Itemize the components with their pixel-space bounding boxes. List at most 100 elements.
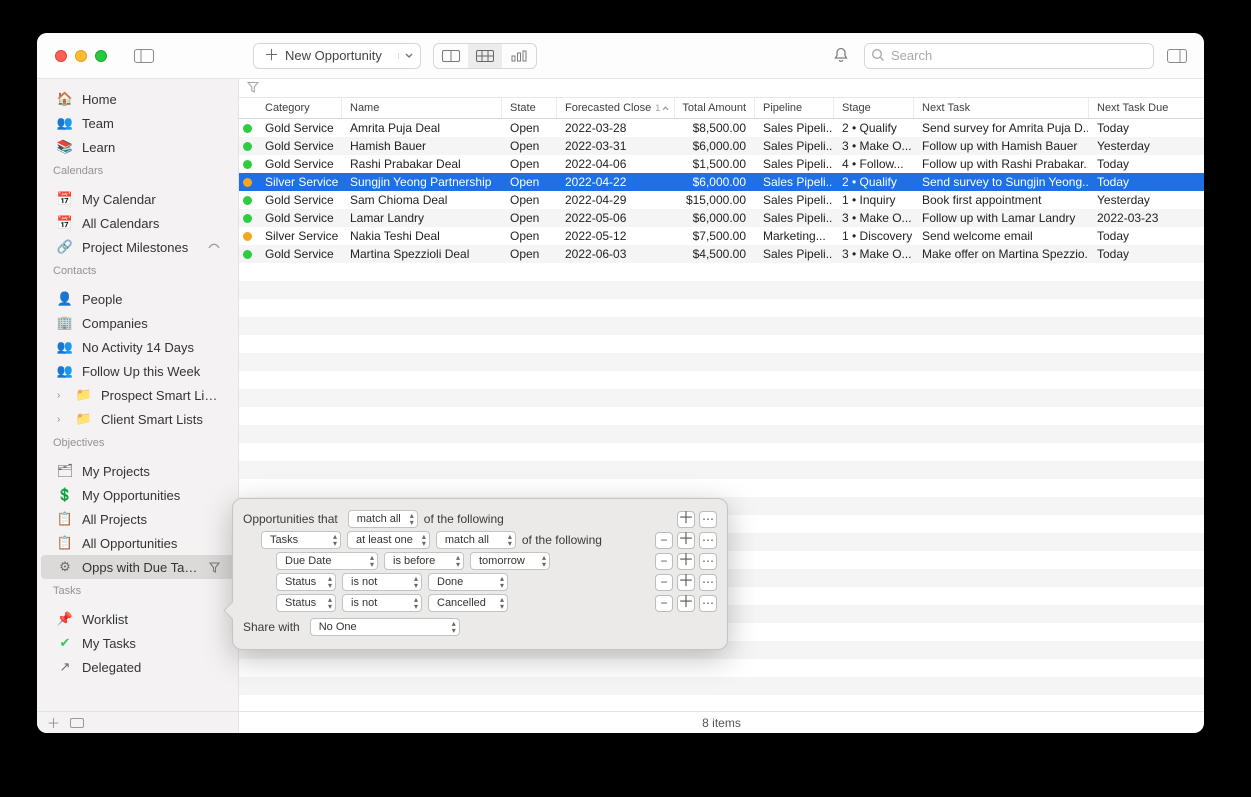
sidebar-item-opps-due-tasks[interactable]: ⚙︎Opps with Due Tasks	[41, 555, 234, 579]
sidebar-item-my-tasks[interactable]: ✔︎My Tasks	[41, 631, 234, 655]
table-row[interactable]: Silver ServiceSungjin Yeong PartnershipO…	[239, 173, 1204, 191]
col-next-task[interactable]: Next Task	[914, 98, 1089, 118]
sidebar-item-delegated[interactable]: ↗︎Delegated	[41, 655, 234, 679]
add-rule-button[interactable]: ＋	[677, 553, 695, 570]
subject-select[interactable]: Tasks▴▾	[261, 531, 341, 549]
view-chart-button[interactable]	[502, 44, 536, 68]
add-rule-button[interactable]: ＋	[677, 595, 695, 612]
cell-forecasted-close: 2022-03-28	[557, 119, 675, 137]
sidebar-item-people[interactable]: 👤People	[41, 287, 234, 311]
table-header: Category Name State Forecasted Close1 To…	[239, 97, 1204, 119]
pin-icon: 📌	[57, 611, 73, 627]
add-rule-button[interactable]: ＋	[677, 532, 695, 549]
table-row[interactable]: Gold ServiceRashi Prabakar DealOpen2022-…	[239, 155, 1204, 173]
remove-rule-button[interactable]: −	[655, 574, 673, 591]
field-select[interactable]: Due Date▴▾	[276, 552, 378, 570]
table-row[interactable]: Gold ServiceLamar LandryOpen2022-05-06$6…	[239, 209, 1204, 227]
smartlist-icon: 👥	[57, 339, 73, 355]
cell-next-task: Send survey to Sungjin Yeong...	[914, 173, 1089, 191]
rule-menu-button[interactable]: ⋯	[699, 595, 717, 612]
col-next-task-due[interactable]: Next Task Due	[1089, 98, 1204, 118]
toggle-inspector-button[interactable]	[1164, 46, 1190, 66]
remove-rule-button[interactable]: −	[655, 553, 673, 570]
learn-icon: 📚	[57, 139, 73, 155]
view-table-button[interactable]	[468, 44, 502, 68]
col-name[interactable]: Name	[342, 98, 502, 118]
view-columns-button[interactable]	[434, 44, 468, 68]
sort-indicator: 1	[655, 103, 669, 113]
sidebar-item-follow-up-week[interactable]: 👥Follow Up this Week	[41, 359, 234, 383]
operator-select[interactable]: is not▴▾	[342, 594, 422, 612]
zoom-window-button[interactable]	[95, 50, 107, 62]
sidebar-item-worklist[interactable]: 📌Worklist	[41, 607, 234, 631]
disclosure-icon[interactable]: ›	[57, 414, 67, 425]
sidebar-item-companies[interactable]: 🏢Companies	[41, 311, 234, 335]
cell-due: Today	[1089, 227, 1204, 245]
toggle-sidebar-button[interactable]	[131, 46, 157, 66]
sidebar-item-my-opportunities[interactable]: 💲My Opportunities	[41, 483, 234, 507]
table-row[interactable]: Gold ServiceSam Chioma DealOpen2022-04-2…	[239, 191, 1204, 209]
sidebar-item-team[interactable]: 👥Team	[41, 111, 234, 135]
sidebar-item-all-opportunities[interactable]: 📋All Opportunities	[41, 531, 234, 555]
sidebar-item-client-lists[interactable]: ›📁Client Smart Lists	[41, 407, 234, 431]
col-pipeline[interactable]: Pipeline	[755, 98, 834, 118]
col-stage[interactable]: Stage	[834, 98, 914, 118]
rule-menu-button[interactable]: ⋯	[699, 511, 717, 528]
cell-amount: $6,000.00	[675, 137, 755, 155]
table-row[interactable]: Silver ServiceNakia Teshi DealOpen2022-0…	[239, 227, 1204, 245]
sidebar-item-no-activity[interactable]: 👥No Activity 14 Days	[41, 335, 234, 359]
value-select[interactable]: Done▴▾	[428, 573, 508, 591]
category-dot	[243, 250, 252, 259]
sidebar-item-all-calendars[interactable]: 📅All Calendars	[41, 211, 234, 235]
rule-menu-button[interactable]: ⋯	[699, 532, 717, 549]
cell-state: Open	[502, 155, 557, 173]
field-select[interactable]: Status▴▾	[276, 594, 336, 612]
add-button[interactable]: ＋	[47, 713, 60, 732]
sidebar-item-my-calendar[interactable]: 📅My Calendar	[41, 187, 234, 211]
sidebar-item-project-milestones[interactable]: 🔗Project Milestones	[41, 235, 234, 259]
cell-pipeline: Sales Pipeli...	[755, 155, 834, 173]
value-select[interactable]: tomorrow▴▾	[470, 552, 550, 570]
add-rule-button[interactable]: ＋	[677, 511, 695, 528]
notifications-button[interactable]	[828, 46, 854, 66]
share-with-select[interactable]: No One▴▾	[310, 618, 460, 636]
col-color[interactable]	[239, 98, 257, 118]
rule-menu-button[interactable]: ⋯	[699, 574, 717, 591]
field-select[interactable]: Status▴▾	[276, 573, 336, 591]
col-state[interactable]: State	[502, 98, 557, 118]
settings-icon[interactable]	[70, 718, 84, 728]
col-forecasted-close[interactable]: Forecasted Close1	[557, 98, 675, 118]
value-select[interactable]: Cancelled▴▾	[428, 594, 508, 612]
table-row[interactable]: Gold ServiceAmrita Puja DealOpen2022-03-…	[239, 119, 1204, 137]
sidebar-item-learn[interactable]: 📚Learn	[41, 135, 234, 159]
cell-due: Yesterday	[1089, 191, 1204, 209]
remove-rule-button[interactable]: −	[655, 595, 673, 612]
remove-rule-button[interactable]: −	[655, 532, 673, 549]
match-mode-select[interactable]: match all▴▾	[348, 510, 418, 528]
category-dot	[243, 196, 252, 205]
sidebar-item-prospect-lists[interactable]: ›📁Prospect Smart Lists	[41, 383, 234, 407]
table-row[interactable]: Gold ServiceHamish BauerOpen2022-03-31$6…	[239, 137, 1204, 155]
new-opportunity-button[interactable]: ＋New Opportunity	[253, 43, 421, 69]
cell-pipeline: Sales Pipeli...	[755, 173, 834, 191]
sidebar-item-home[interactable]: 🏠Home	[41, 87, 234, 111]
sidebar-item-my-projects[interactable]: 🗂My Projects	[41, 459, 234, 483]
filter-indicator-bar[interactable]	[239, 79, 1204, 97]
match-mode-select-2[interactable]: match all▴▾	[436, 531, 516, 549]
operator-select[interactable]: is before▴▾	[384, 552, 464, 570]
sidebar-item-all-projects[interactable]: 📋All Projects	[41, 507, 234, 531]
rule-menu-button[interactable]: ⋯	[699, 553, 717, 570]
add-rule-button[interactable]: ＋	[677, 574, 695, 591]
search-field[interactable]	[864, 43, 1154, 69]
close-window-button[interactable]	[55, 50, 67, 62]
new-opportunity-menu-button[interactable]	[398, 53, 420, 59]
col-category[interactable]: Category	[257, 98, 342, 118]
cell-due: Today	[1089, 245, 1204, 263]
search-input[interactable]	[864, 43, 1154, 69]
minimize-window-button[interactable]	[75, 50, 87, 62]
disclosure-icon[interactable]: ›	[57, 390, 67, 401]
quantifier-select[interactable]: at least one▴▾	[347, 531, 430, 549]
operator-select[interactable]: is not▴▾	[342, 573, 422, 591]
table-row[interactable]: Gold ServiceMartina Spezzioli DealOpen20…	[239, 245, 1204, 263]
col-total-amount[interactable]: Total Amount	[675, 98, 755, 118]
